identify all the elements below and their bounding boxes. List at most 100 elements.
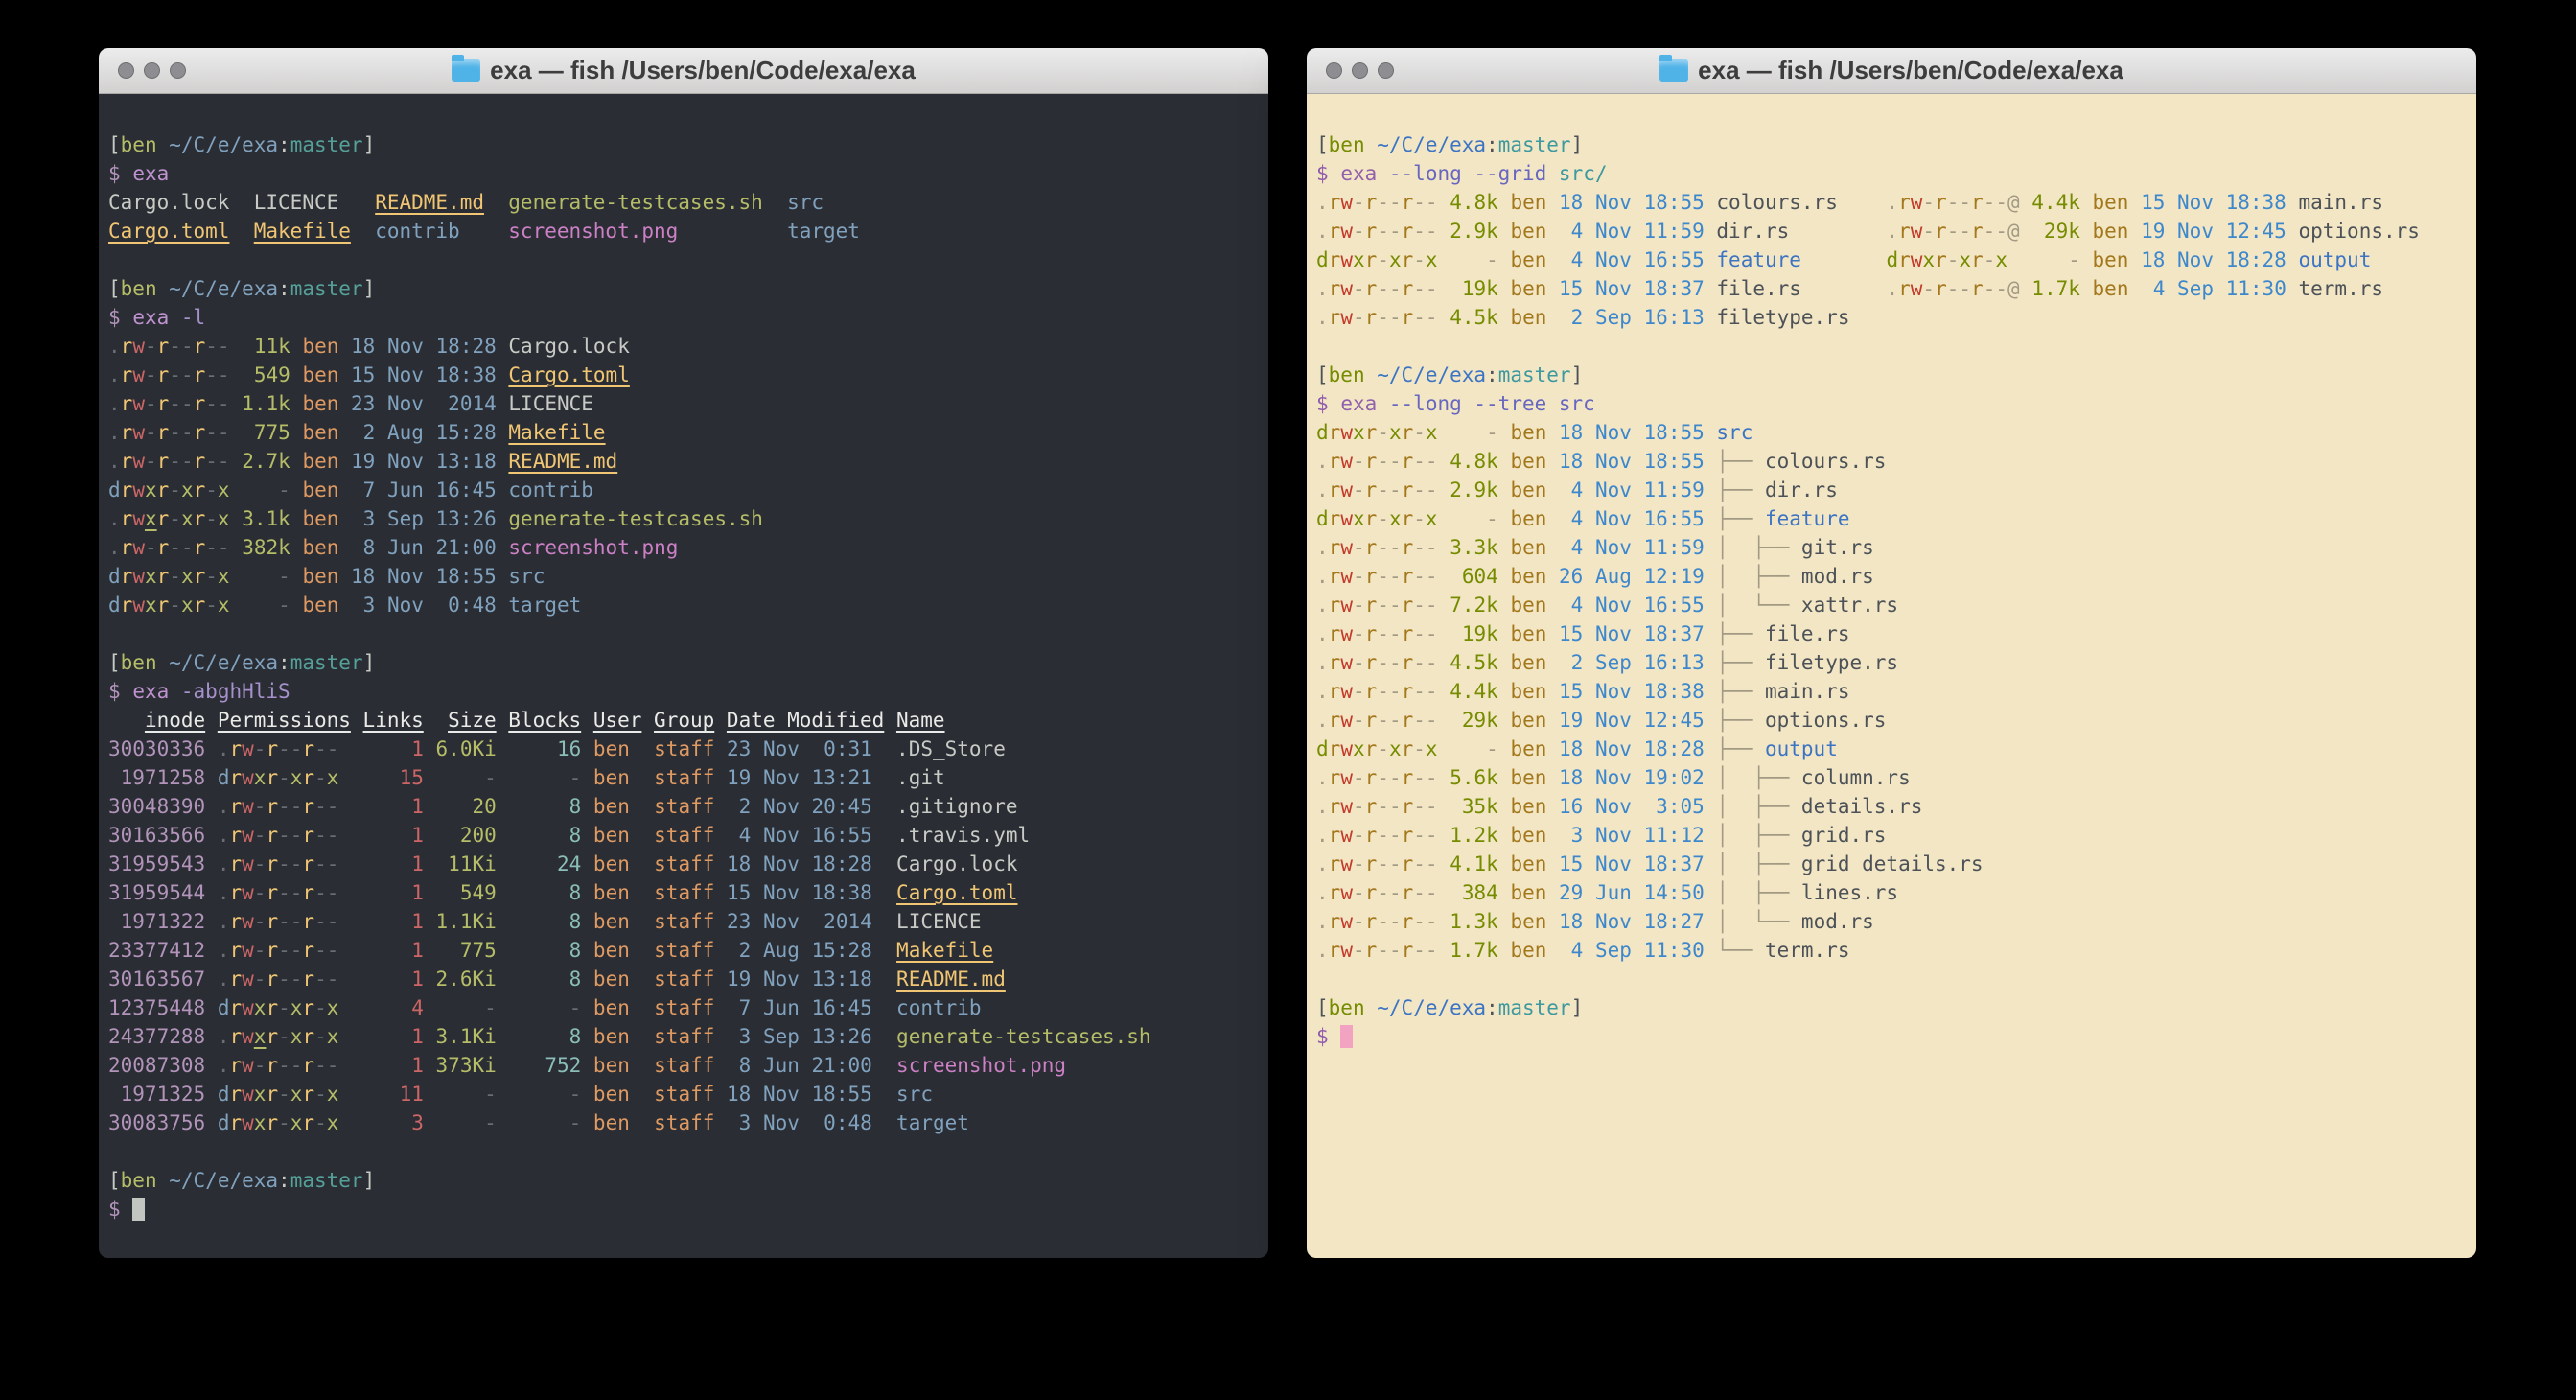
permission-char: r xyxy=(1402,852,1414,875)
permission-char: - xyxy=(1353,306,1365,329)
permission-char: - xyxy=(1426,450,1438,473)
permission-char: d xyxy=(218,996,230,1019)
terminal-text: term.rs xyxy=(2299,277,2384,300)
permission-char: r xyxy=(229,881,242,904)
terminal-text: 26 Aug 12:19 xyxy=(1559,565,1705,588)
terminal-text: - xyxy=(1438,248,1498,271)
permission-char: x xyxy=(1426,421,1438,444)
terminal-text xyxy=(872,996,896,1019)
terminal-text xyxy=(581,1054,593,1077)
zoom-button[interactable] xyxy=(170,62,186,79)
terminal-text: : xyxy=(1486,133,1498,156)
terminal-text xyxy=(157,277,170,300)
permission-char: x xyxy=(1995,248,2007,271)
permission-char: - xyxy=(1389,766,1402,789)
permission-char: - xyxy=(218,335,230,358)
permission-char: r xyxy=(266,1083,278,1106)
permission-char: x xyxy=(290,1025,303,1048)
terminal-text: ben xyxy=(1510,450,1546,473)
terminal-text: ben xyxy=(1510,881,1546,904)
terminal-text xyxy=(121,306,133,329)
permission-char: r xyxy=(1329,651,1341,674)
permission-char: r xyxy=(121,392,133,415)
terminal-text: ben xyxy=(302,565,338,588)
terminal-line: .rw-r--r-- 775 ben 2 Aug 15:28 Makefile xyxy=(108,418,1268,447)
permission-char: - xyxy=(1413,507,1426,530)
permission-char: w xyxy=(242,737,254,760)
permission-char: - xyxy=(1353,766,1365,789)
terminal-text xyxy=(205,824,218,847)
permission-char: - xyxy=(327,968,339,991)
permission-char: x xyxy=(145,565,157,588)
close-button[interactable] xyxy=(1326,62,1342,79)
terminal-text: ├── xyxy=(1716,478,1765,502)
permission-char: - xyxy=(327,910,339,933)
permission-char: . xyxy=(1316,766,1329,789)
terminal-line: .rw-r--r-- 384 ben 29 Jun 14:50 │ ├── li… xyxy=(1316,878,2476,907)
terminal-text: 8 xyxy=(497,910,582,933)
permission-char: - xyxy=(1413,881,1426,904)
permission-char: r xyxy=(302,795,314,818)
permission-char: - xyxy=(1984,220,1996,243)
terminal-content-dark[interactable]: [ben ~/C/e/exa:master]$ exaCargo.lock LI… xyxy=(99,94,1268,1258)
terminal-text xyxy=(630,881,654,904)
permission-char: - xyxy=(1353,191,1365,214)
titlebar[interactable]: exa — fish /Users/ben/Code/exa/exa xyxy=(1307,48,2476,94)
permission-char: . xyxy=(108,335,121,358)
terminal-text: 15 xyxy=(338,766,424,789)
terminal-text: 3 Nov 0:48 xyxy=(727,1111,872,1134)
terminal-text: 2 Sep 16:13 xyxy=(1559,306,1705,329)
terminal-text xyxy=(290,392,303,415)
permission-char: - xyxy=(1377,594,1389,617)
terminal-text xyxy=(641,709,654,732)
terminal-text xyxy=(630,939,654,962)
terminal-text: generate-testcases.sh xyxy=(508,507,763,530)
terminal-text: 775 xyxy=(230,421,290,444)
minimize-button[interactable] xyxy=(1352,62,1368,79)
terminal-text: screenshot.png xyxy=(508,536,678,559)
permission-char: r xyxy=(1402,478,1414,502)
terminal-text: 31959544 xyxy=(108,881,205,904)
permission-char: r xyxy=(266,939,278,962)
terminal-text: options.rs xyxy=(2298,220,2419,243)
permission-char: - xyxy=(169,507,181,530)
terminal-text: ben xyxy=(593,996,630,1019)
permission-char: - xyxy=(278,766,290,789)
permission-char: r xyxy=(1935,191,1947,214)
zoom-button[interactable] xyxy=(1378,62,1394,79)
terminal-text: - xyxy=(497,1111,582,1134)
permission-char: - xyxy=(205,565,218,588)
permission-char: - xyxy=(145,421,157,444)
terminal-content-light[interactable]: [ben ~/C/e/exa:master]$ exa --long --gri… xyxy=(1307,94,2476,1258)
permission-char: - xyxy=(205,363,218,386)
terminal-text: │ ├── xyxy=(1716,824,1801,847)
terminal-text: ben xyxy=(1329,133,1365,156)
permission-char: r xyxy=(266,824,278,847)
minimize-button[interactable] xyxy=(144,62,160,79)
terminal-text: ben xyxy=(2093,220,2129,243)
terminal-text: colours.rs xyxy=(1765,450,1886,473)
permission-char: r xyxy=(1365,220,1378,243)
terminal-text: │ ├── xyxy=(1716,565,1801,588)
permission-char: w xyxy=(1340,220,1353,243)
terminal-line: drwxr-xr-x - ben 4 Nov 16:55 feature drw… xyxy=(1316,245,2476,274)
permission-char: x xyxy=(327,1025,339,1048)
permission-char: - xyxy=(1995,277,2007,300)
terminal-text xyxy=(1498,766,1511,789)
permission-char: r xyxy=(266,996,278,1019)
terminal-text: Cargo.lock xyxy=(896,852,1017,875)
terminal-line: [ben ~/C/e/exa:master] xyxy=(108,274,1268,303)
permission-char: d xyxy=(218,1083,230,1106)
terminal-text xyxy=(1705,737,1717,760)
permission-char: w xyxy=(242,824,254,847)
titlebar[interactable]: exa — fish /Users/ben/Code/exa/exa xyxy=(99,48,1268,94)
permission-char: x xyxy=(290,1111,303,1134)
terminal-text: staff xyxy=(654,1111,714,1134)
terminal-text: ben xyxy=(1510,680,1546,703)
terminal-text: 4.4k xyxy=(1438,680,1498,703)
permission-char: - xyxy=(145,363,157,386)
terminal-text: dir.rs xyxy=(1765,478,1838,502)
terminal-text: 7.2k xyxy=(1438,594,1498,617)
terminal-text: 31959543 xyxy=(108,852,205,875)
close-button[interactable] xyxy=(118,62,134,79)
